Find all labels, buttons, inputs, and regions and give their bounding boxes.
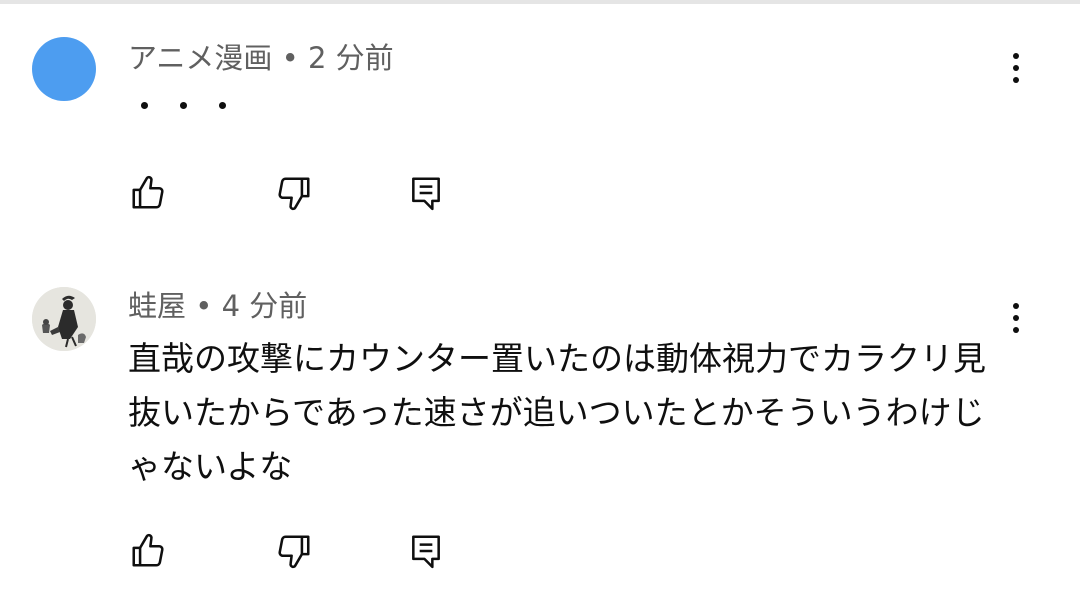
comment-meta: アニメ漫画 • 2 分前 [128,38,394,78]
author-name[interactable]: アニメ漫画 [128,41,272,75]
more-vertical-icon[interactable] [996,44,1036,92]
comment-time: 2 分前 [307,41,394,75]
comment-time: 4 分前 [221,289,308,323]
comment-item: アニメ漫画 • 2 分前 ・・・ [0,0,1080,250]
dislike-button[interactable] [274,531,314,571]
dislike-button[interactable] [274,173,314,213]
comment-meta: 蛙屋 • 4 分前 [128,286,307,326]
comment-text: 直哉の攻撃にカウンター置いたのは動体視力でカラクリ見抜いたからであった速さが追い… [128,339,986,486]
avatar[interactable] [32,37,96,101]
reply-button[interactable] [406,531,446,571]
more-vertical-icon[interactable] [996,294,1036,342]
meta-separator: • [186,289,222,323]
comment-item: 蛙屋 • 4 分前 直哉の攻撃にカウンター置いたのは動体視力でカラクリ見抜いたか… [0,250,1080,593]
author-name[interactable]: 蛙屋 [128,289,186,323]
avatar[interactable] [32,287,96,351]
like-button[interactable] [128,173,168,213]
reply-icon [412,177,440,211]
thumbs-up-icon [132,533,164,567]
comment-text: ・・・ [128,87,245,126]
avatar-illustration [32,287,96,351]
reply-button[interactable] [406,173,446,213]
thumbs-up-icon [132,175,164,209]
meta-separator: • [272,41,308,75]
thumbs-down-icon [278,535,310,569]
reply-icon [412,535,440,569]
thumbs-down-icon [278,177,310,211]
like-button[interactable] [128,531,168,571]
